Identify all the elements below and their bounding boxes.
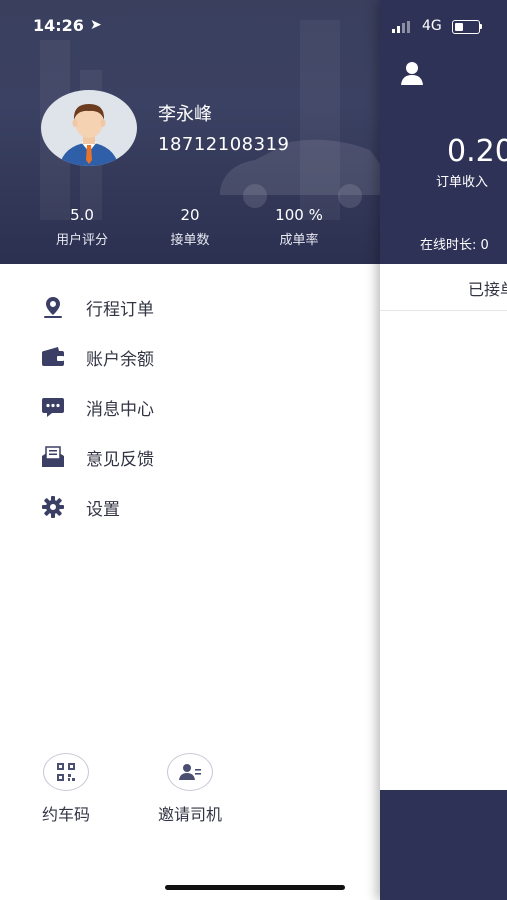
main-panel[interactable]: 4G 0.20 订单收入 在线时长: 0 已接单 bbox=[380, 0, 507, 900]
menu-item-label: 意见反馈 bbox=[86, 449, 154, 470]
stat-label: 接单数 bbox=[170, 233, 210, 248]
network-type: 4G bbox=[422, 18, 442, 34]
message-icon bbox=[40, 394, 66, 420]
signal-icon bbox=[392, 21, 410, 33]
feedback-mail-icon bbox=[40, 444, 66, 470]
menu-item-trip-orders[interactable]: 行程订单 bbox=[40, 285, 340, 329]
location-pin-icon bbox=[40, 294, 66, 320]
order-income-label: 订单收入 bbox=[436, 175, 489, 190]
order-income-value: 0.20 bbox=[447, 134, 507, 169]
main-header: 4G 0.20 订单收入 在线时长: 0 bbox=[380, 0, 507, 264]
gear-icon bbox=[40, 494, 66, 520]
menu-item-label: 账户余额 bbox=[86, 349, 154, 370]
menu-item-label: 行程订单 bbox=[86, 299, 154, 320]
status-time: 14:26 bbox=[33, 16, 84, 35]
stat-rating: 5.0 用户评分 bbox=[32, 206, 132, 248]
stat-label: 成单率 bbox=[279, 233, 319, 248]
online-duration: 在线时长: 0 bbox=[420, 238, 489, 253]
person-icon[interactable] bbox=[400, 60, 424, 86]
battery-icon bbox=[452, 20, 480, 34]
ride-code-label: 约车码 bbox=[41, 805, 90, 824]
menu-item-settings[interactable]: 设置 bbox=[40, 485, 340, 529]
stat-value: 5.0 bbox=[70, 206, 94, 224]
menu-item-label: 设置 bbox=[86, 499, 120, 520]
user-name: 李永峰 bbox=[158, 104, 212, 125]
location-arrow-icon: ➤ bbox=[90, 17, 102, 33]
stat-value: 100 % bbox=[275, 206, 323, 224]
home-indicator bbox=[165, 885, 345, 890]
side-drawer: 14:26 ➤ 李永峰 18712108319 5.0 用户评分 20 接单数 … bbox=[0, 0, 380, 900]
menu-item-account-balance[interactable]: 账户余额 bbox=[40, 335, 340, 379]
stat-completion-rate: 100 % 成单率 bbox=[249, 206, 349, 248]
menu-item-message-center[interactable]: 消息中心 bbox=[40, 385, 340, 429]
tab-divider bbox=[380, 310, 507, 311]
invite-driver-label: 邀请司机 bbox=[157, 805, 222, 824]
stat-value: 20 bbox=[180, 206, 200, 224]
tab-accepted-orders[interactable]: 已接单 bbox=[468, 276, 507, 300]
main-footer-bar[interactable] bbox=[380, 790, 507, 900]
ride-code-button[interactable]: 约车码 bbox=[16, 753, 116, 825]
invite-driver-icon bbox=[167, 753, 213, 791]
menu-item-label: 消息中心 bbox=[86, 399, 154, 420]
user-phone: 18712108319 bbox=[158, 134, 290, 155]
battery-tip bbox=[480, 24, 482, 29]
wallet-icon bbox=[40, 344, 66, 370]
invite-driver-button[interactable]: 邀请司机 bbox=[140, 753, 240, 825]
menu-item-feedback[interactable]: 意见反馈 bbox=[40, 435, 340, 479]
stat-orders: 20 接单数 bbox=[140, 206, 240, 248]
qr-code-icon bbox=[43, 753, 89, 791]
profile-header: 14:26 ➤ 李永峰 18712108319 5.0 用户评分 20 接单数 … bbox=[0, 0, 380, 264]
stat-label: 用户评分 bbox=[55, 233, 108, 248]
avatar[interactable] bbox=[41, 90, 137, 166]
